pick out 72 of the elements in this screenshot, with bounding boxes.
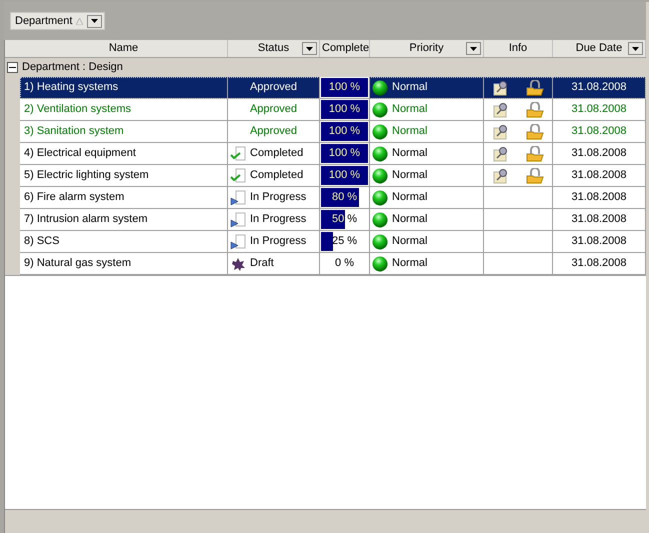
dropdown-button[interactable]	[87, 14, 102, 28]
table-row[interactable]: 2) Ventilation systems Approved 100 % Normal 31.08.2008	[20, 99, 646, 121]
minus-icon	[9, 64, 16, 71]
table-row[interactable]: 7) Intrusion alarm system In Progress 50 % Normal 31.08.2008	[20, 209, 646, 231]
locked-folder-icon	[526, 102, 544, 118]
header-label: Priority	[408, 41, 445, 56]
status-label: In Progress	[250, 212, 306, 228]
status-label: Draft	[250, 256, 274, 272]
dropdown-button[interactable]	[466, 42, 481, 55]
collapse-toggle[interactable]	[7, 62, 18, 73]
dropdown-button[interactable]	[302, 42, 317, 55]
caret-icon	[306, 46, 313, 50]
priority-label: Normal	[392, 124, 428, 140]
header-label: Name	[108, 41, 140, 56]
locked-folder-icon	[526, 124, 544, 140]
play-document-icon	[230, 234, 246, 250]
check-document-icon	[230, 168, 246, 184]
column-header[interactable]: Status	[228, 40, 320, 57]
priority-label: Normal	[392, 256, 428, 272]
status-label: Approved	[250, 124, 298, 140]
status-label: Completed	[250, 146, 304, 162]
ball-icon	[372, 212, 388, 228]
priority-label: Normal	[392, 190, 428, 206]
group-chip[interactable]: Department	[10, 12, 106, 30]
caret-icon	[632, 46, 639, 50]
caret-icon	[470, 46, 477, 50]
ball-icon	[372, 124, 388, 140]
priority-label: Normal	[392, 146, 428, 162]
group-label: Department : Design	[22, 60, 123, 76]
chip-label: Department	[15, 14, 72, 29]
ball-icon	[372, 256, 388, 272]
ball-icon	[372, 102, 388, 118]
table-row[interactable]: 9) Natural gas system Draft 0 % Normal 31.08.2008	[20, 253, 646, 275]
table-row[interactable]: 1) Heating systems Approved 100 % Normal 31.08.2008	[20, 77, 646, 99]
priority-label: Normal	[392, 212, 428, 228]
check-document-icon	[230, 146, 246, 162]
play-document-icon	[230, 190, 246, 206]
table-row[interactable]: 6) Fire alarm system In Progress 80 % Normal 31.08.2008	[20, 187, 646, 209]
column-header[interactable]: Info	[484, 40, 553, 57]
header-label: Info	[508, 41, 528, 56]
column-header[interactable]: Priority	[370, 40, 484, 57]
header-label: Status	[256, 41, 290, 56]
locked-folder-icon	[526, 168, 544, 184]
dropdown-button[interactable]	[628, 42, 643, 55]
caret-icon	[91, 19, 98, 23]
ball-icon	[372, 146, 388, 162]
priority-label: Normal	[392, 80, 428, 96]
status-label: Approved	[250, 102, 298, 118]
splat-icon	[230, 256, 246, 272]
status-label: Completed	[250, 168, 304, 184]
table-row[interactable]: 4) Electrical equipment Completed 100 % Normal 31.08.2008	[20, 143, 646, 165]
sort-icon	[76, 18, 84, 24]
priority-label: Normal	[392, 168, 428, 184]
ball-icon	[372, 168, 388, 184]
header-label: Due Date	[574, 41, 624, 56]
ball-icon	[372, 80, 388, 96]
column-header[interactable]: Due Date	[553, 40, 646, 57]
table-row[interactable]: 3) Sanitation system Approved 100 % Normal 31.08.2008	[20, 121, 646, 143]
table-row[interactable]: 5) Electric lighting system Completed 100 % Normal 31.08.2008	[20, 165, 646, 187]
priority-label: Normal	[392, 234, 428, 250]
group-row[interactable]: Department : Design	[5, 58, 646, 77]
status-label: Approved	[250, 80, 298, 96]
priority-label: Normal	[392, 102, 428, 118]
locked-folder-icon	[526, 146, 544, 162]
column-header[interactable]: Name	[20, 40, 228, 57]
play-document-icon	[230, 212, 246, 228]
status-label: In Progress	[250, 234, 306, 250]
row-indent	[5, 253, 20, 275]
ball-icon	[372, 190, 388, 206]
ball-icon	[372, 234, 388, 250]
locked-folder-icon	[526, 80, 544, 96]
status-label: In Progress	[250, 190, 306, 206]
